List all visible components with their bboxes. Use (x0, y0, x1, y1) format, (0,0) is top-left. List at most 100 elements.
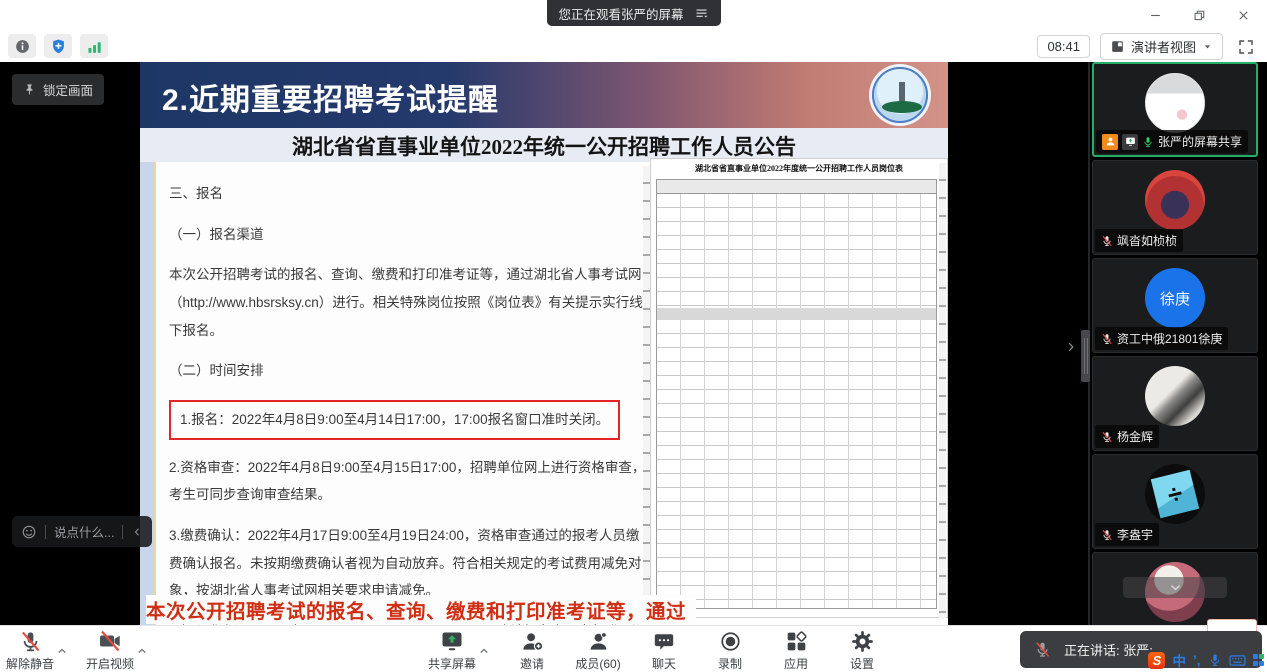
mic-muted-icon (1101, 235, 1113, 247)
page-margin (140, 162, 154, 625)
unmute-label: 解除静音 (6, 655, 54, 672)
mic-muted-icon (19, 630, 42, 653)
ime-lang-toggle[interactable]: 中 (1172, 650, 1186, 670)
avatar: 徐庚 (1145, 268, 1205, 328)
sogou-logo-icon[interactable]: S (1148, 652, 1165, 669)
invite-button[interactable]: 邀请 (508, 629, 556, 672)
minimize-button[interactable] (1141, 4, 1169, 26)
avatar-initials: 徐庚 (1160, 288, 1190, 309)
chat-icon (653, 631, 675, 653)
security-shield-icon[interactable] (44, 34, 72, 58)
chat-button[interactable]: 聊天 (640, 629, 688, 672)
doc-paragraph-2: 2.资格审查：2022年4月8日9:00至4月15日17:00，招聘单位网上进行… (169, 454, 648, 509)
camera-muted-icon (98, 629, 122, 653)
divider (122, 525, 123, 539)
banner-menu-icon[interactable] (694, 6, 709, 21)
participant-tile-screen-share[interactable]: 张严的屏幕共享 (1092, 62, 1258, 157)
settings-label: 设置 (850, 655, 874, 672)
view-mode-label: 演讲者视图 (1131, 37, 1196, 56)
avatar: ÷ (1145, 464, 1205, 524)
meeting-menubar: 08:41 演讲者视图 (0, 30, 1267, 62)
red-banner-text: 本次公开招聘考试的报名、查询、缴费和打印准考证等，通过 (146, 595, 696, 624)
window-titlebar: 您正在观看张严的屏幕 (0, 0, 1267, 30)
slide-body: 三、报名 （一）报名渠道 本次公开招聘考试的报名、查询、缴费和打印准考证等，通过… (140, 162, 948, 625)
unmute-button[interactable]: 解除静音 (6, 629, 54, 672)
chevron-down-icon (1202, 41, 1213, 52)
apps-icon (785, 630, 808, 653)
table-scrollbar[interactable] (939, 163, 946, 618)
meeting-window: 您正在观看张严的屏幕 08:41 演讲者视图 锁 (0, 0, 1267, 672)
sidebar-collapse-chevron[interactable] (1064, 340, 1078, 359)
ime-keyboard-icon[interactable] (1229, 652, 1246, 669)
sidebar-splitter-handle[interactable] (1081, 330, 1090, 382)
avatar (1145, 73, 1205, 133)
presenter-icon (1102, 134, 1118, 150)
participant-name: 杨金辉 (1117, 428, 1153, 445)
smiley-icon[interactable] (21, 524, 37, 540)
ime-toolbox-icon[interactable] (1253, 654, 1265, 666)
document-scrollbar[interactable] (643, 166, 650, 621)
record-button[interactable]: 录制 (706, 629, 754, 672)
participant-name: 张严的屏幕共享 (1158, 133, 1242, 150)
settings-button[interactable]: 设置 (838, 629, 886, 672)
share-screen-icon (440, 629, 464, 653)
pin-icon (23, 83, 36, 96)
participant-tile[interactable]: 徐庚 资工中俄21801徐庚 (1092, 258, 1258, 353)
participant-label: 杨金辉 (1095, 425, 1159, 448)
position-table-grid (656, 179, 937, 609)
share-screen-label: 共享屏幕 (428, 655, 476, 672)
meeting-toolbar: 解除静音 开启视频 共享屏幕 邀请 成员(60 (0, 625, 1267, 672)
invite-label: 邀请 (520, 655, 544, 672)
participant-label: 李盎宇 (1095, 523, 1159, 546)
participant-tile[interactable]: ÷ 李盎宇 (1092, 454, 1258, 549)
chat-label: 聊天 (652, 655, 676, 672)
avatar (1145, 366, 1205, 426)
ime-bar: S 中 ’, (1148, 650, 1264, 670)
participants-sidebar: 张严的屏幕共享 飒沓如桢桢 徐庚 资工中俄21801徐庚 (1092, 62, 1258, 625)
video-options-caret[interactable] (136, 631, 148, 671)
doc-paragraph-3: 3.缴费确认：2022年4月17日9:00至4月19日24:00，资格审查通过的… (169, 522, 648, 605)
participant-label: 张严的屏幕共享 (1096, 130, 1248, 153)
divider (45, 525, 46, 539)
participant-tile[interactable]: 杨金辉 (1092, 356, 1258, 451)
lock-view-button[interactable]: 锁定画面 (12, 74, 104, 105)
start-video-button[interactable]: 开启视频 (86, 629, 134, 672)
scroll-down-participants-button[interactable] (1123, 577, 1227, 598)
members-button[interactable]: 成员(60) (574, 629, 622, 672)
share-options-caret[interactable] (478, 631, 490, 671)
ime-voice-icon[interactable] (1208, 653, 1222, 667)
restore-button[interactable] (1185, 4, 1213, 26)
participant-label: 飒沓如桢桢 (1095, 229, 1183, 252)
share-screen-button[interactable]: 共享屏幕 (428, 629, 476, 672)
ime-punct-toggle[interactable]: ’, (1193, 653, 1201, 668)
members-icon (587, 630, 610, 653)
start-video-label: 开启视频 (86, 655, 134, 672)
slide-title: 2.近期重要招聘考试提醒 (162, 75, 499, 119)
shared-slide: 2.近期重要招聘考试提醒 湖北省省直事业单位2022年统一公开招聘工作人员公告 … (140, 62, 948, 625)
watching-text: 您正在观看张严的屏幕 (558, 4, 683, 23)
participant-tile[interactable]: 飒沓如桢桢 (1092, 160, 1258, 255)
close-button[interactable] (1229, 4, 1257, 26)
quick-chat-bar[interactable]: 说点什么... (12, 516, 152, 547)
slide-header: 2.近期重要招聘考试提醒 (140, 62, 948, 128)
chevron-left-icon[interactable] (131, 526, 143, 538)
apps-button[interactable]: 应用 (772, 629, 820, 672)
mic-muted-icon (1101, 333, 1113, 345)
record-label: 录制 (718, 655, 742, 672)
chat-input-placeholder[interactable]: 说点什么... (54, 522, 114, 541)
meeting-info-button[interactable] (8, 34, 36, 58)
mic-options-caret[interactable] (56, 631, 68, 671)
network-signal-icon[interactable] (80, 34, 108, 58)
settings-icon (851, 630, 874, 653)
view-mode-button[interactable]: 演讲者视图 (1100, 33, 1223, 60)
invite-icon (521, 630, 544, 653)
mic-active-icon (1142, 136, 1154, 148)
meeting-timer: 08:41 (1037, 35, 1090, 58)
layout-icon (1110, 39, 1125, 54)
fullscreen-button[interactable] (1233, 34, 1259, 60)
announcement-document: 三、报名 （一）报名渠道 本次公开招聘考试的报名、查询、缴费和打印准考证等，通过… (154, 162, 650, 625)
screen-share-icon (1122, 134, 1138, 150)
participant-tile-partial[interactable] (1092, 552, 1258, 625)
doc-heading: 三、报名 (169, 180, 648, 208)
university-logo (872, 67, 928, 123)
